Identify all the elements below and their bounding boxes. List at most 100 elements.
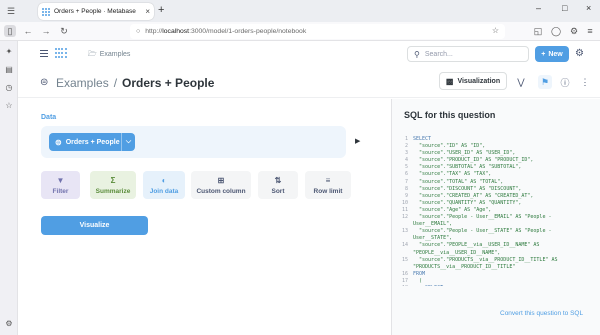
- extensions-icon[interactable]: ⚙: [568, 25, 580, 37]
- sql-line-number: 4: [404, 157, 408, 164]
- visualize-button[interactable]: Visualize: [41, 216, 148, 235]
- ai-chat-icon[interactable]: ✦: [4, 47, 14, 57]
- app-menu-icon[interactable]: ≡: [584, 25, 596, 37]
- tab-close-icon[interactable]: ×: [145, 7, 150, 16]
- custom-column-button[interactable]: ⊞ Custom column: [191, 171, 251, 199]
- sidebar-toggle-icon[interactable]: ▯: [4, 25, 16, 37]
- sql-line-number: 18: [398, 285, 408, 286]
- sql-code-block[interactable]: 1 SELECT 2 "source"."ID" AS "ID", 3 "source…: [398, 136, 596, 286]
- sort-button[interactable]: ⇅ Sort: [258, 171, 298, 199]
- sql-line-number: 16: [401, 270, 408, 277]
- sql-line-text: FROM: [413, 270, 426, 277]
- search-input[interactable]: ⚲ Search...: [407, 46, 529, 62]
- sql-line-text: "source"."People - User__STATE" AS "Peop…: [413, 228, 552, 235]
- sql-line-text: User__EMAIL",: [413, 221, 453, 228]
- pocket-icon[interactable]: ◱: [532, 25, 544, 37]
- question-header: ⊜ Examples / Orders + People ▩ Visualizati…: [18, 68, 600, 98]
- browser-sidebar: ✦ ▤ ◷ ☆ ⚙: [0, 41, 18, 335]
- sql-line-number: 1: [404, 136, 408, 142]
- synced-tabs-icon[interactable]: ▤: [4, 65, 14, 75]
- new-button[interactable]: + New: [535, 46, 569, 62]
- main-menu-icon[interactable]: [40, 50, 48, 57]
- sql-line-number: 2: [404, 143, 408, 150]
- visualization-label: Visualization: [457, 77, 501, 85]
- sql-line-text: "source"."TOTAL" AS "TOTAL",: [413, 178, 504, 185]
- sql-line-number: 12: [401, 214, 408, 221]
- sql-line-number: 3: [404, 150, 408, 157]
- info-icon[interactable]: ⓘ: [558, 75, 572, 89]
- browser-menu-icon[interactable]: ☰: [4, 4, 18, 18]
- bookmarks-icon[interactable]: ☆: [4, 101, 14, 111]
- metabase-favicon-icon: [42, 7, 50, 16]
- minimize-window-button[interactable]: –: [536, 3, 541, 13]
- url-text: http://localhost:3000/model/1-orders-peo…: [145, 28, 307, 35]
- sql-line-number: 10: [401, 199, 408, 206]
- sql-line-number: 8: [404, 185, 408, 192]
- add-column-icon: ⊞: [217, 175, 225, 185]
- convert-to-sql-link[interactable]: Convert this question to SQL: [500, 310, 583, 317]
- history-icon[interactable]: ◷: [4, 83, 14, 93]
- collection-link[interactable]: Examples: [56, 76, 109, 90]
- chevron-down-icon[interactable]: ⌵: [121, 133, 135, 151]
- model-icon: ⊜: [40, 77, 49, 88]
- sql-line-number: [398, 250, 408, 257]
- sql-code-line: 15 "source"."PRODUCTS__via__PRODUCT_ID__…: [398, 257, 596, 264]
- sql-code-line: 2 "source"."ID" AS "ID",: [398, 143, 596, 150]
- sql-line-text: "source"."CREATED_AT" AS "CREATED_AT",: [413, 192, 534, 199]
- summarize-button[interactable]: Σ Summarize: [90, 171, 136, 199]
- sql-preview-icon[interactable]: ⋁: [514, 75, 528, 89]
- sql-line-number: 9: [404, 192, 408, 199]
- sql-line-text: "source"."SUBTOTAL" AS "SUBTOTAL",: [413, 164, 522, 171]
- sql-code-line: User__STATE",: [398, 235, 596, 242]
- new-button-label: New: [548, 50, 563, 58]
- customize-sidebar-icon[interactable]: ⚙: [4, 319, 14, 329]
- breadcrumb[interactable]: 🗁 Examples: [85, 50, 130, 61]
- address-bar[interactable]: ○ http://localhost:3000/model/1-orders-p…: [130, 24, 505, 39]
- model-icon: ⊜: [55, 137, 62, 147]
- metabase-logo-icon[interactable]: [55, 48, 67, 59]
- sql-line-text: "source"."PEOPLE__via__USER_ID__NAME" AS: [413, 242, 540, 249]
- data-step-label: Data: [41, 114, 57, 121]
- more-options-icon[interactable]: ⋮: [578, 75, 592, 89]
- forward-icon[interactable]: →: [40, 25, 52, 37]
- sql-line-number: 6: [404, 171, 408, 178]
- new-tab-button[interactable]: +: [158, 4, 164, 16]
- summarize-label: Summarize: [95, 187, 131, 195]
- sql-line-text: "source"."TAX" AS "TAX",: [413, 171, 492, 178]
- row-limit-button[interactable]: ≡ Row limit: [305, 171, 351, 199]
- notebook-actions: ▼ Filter Σ Summarize ◐ Join data ⊞ Custo…: [41, 171, 361, 199]
- sort-label: Sort: [271, 187, 285, 195]
- account-icon[interactable]: ◯: [550, 25, 562, 37]
- filter-button[interactable]: ▼ Filter: [41, 171, 80, 199]
- sql-code-line: 6 "source"."TAX" AS "TAX",: [398, 171, 596, 178]
- browser-tab-title: Orders + People · Metabase: [54, 8, 136, 15]
- sql-code-line: 18 SELECT: [398, 285, 596, 286]
- sql-line-number: 15: [401, 256, 408, 263]
- maximize-window-button[interactable]: □: [562, 3, 567, 13]
- sql-code-line: 1 SELECT: [398, 136, 596, 143]
- question-title[interactable]: Orders + People: [122, 76, 214, 90]
- visualization-button[interactable]: ▩ Visualization: [439, 72, 507, 90]
- bookmark-icon[interactable]: ⚑: [538, 75, 552, 89]
- filter-label: Filter: [52, 187, 69, 195]
- join-icon: ◐: [161, 175, 167, 185]
- sql-line-number: 5: [404, 164, 408, 171]
- data-step: ⊜ Orders + People ⌵: [41, 126, 346, 158]
- browser-tab-bar: ☰ Orders + People · Metabase × + – □ ×: [0, 0, 600, 22]
- join-data-label: Join data: [149, 187, 179, 195]
- data-source-picker[interactable]: ⊜ Orders + People ⌵: [49, 133, 135, 151]
- sql-line-text: "source"."Age" AS "Age",: [413, 206, 492, 213]
- browser-tab[interactable]: Orders + People · Metabase ×: [38, 3, 154, 20]
- settings-gear-icon[interactable]: ⚙: [575, 48, 584, 59]
- join-data-button[interactable]: ◐ Join data: [143, 171, 185, 199]
- back-icon[interactable]: ←: [22, 25, 34, 37]
- sql-line-text: "source"."DISCOUNT" AS "DISCOUNT",: [413, 185, 522, 192]
- close-window-button[interactable]: ×: [586, 3, 591, 13]
- bookmark-star-icon[interactable]: ☆: [492, 26, 499, 35]
- sql-line-number: 13: [401, 228, 408, 235]
- reload-icon[interactable]: ↻: [58, 25, 70, 37]
- preview-play-icon[interactable]: ▶: [355, 137, 360, 145]
- row-limit-label: Row limit: [313, 187, 343, 195]
- sql-code-line: 4 "source"."PRODUCT_ID" AS "PRODUCT_ID",: [398, 157, 596, 164]
- page-info-icon[interactable]: ○: [136, 28, 140, 35]
